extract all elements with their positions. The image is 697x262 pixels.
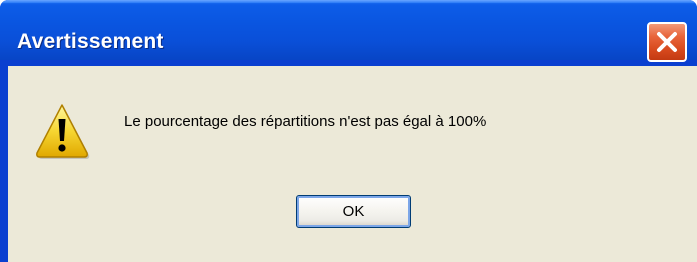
dialog-window: Avertissement Le pourcentage des réparti… (0, 0, 697, 262)
dialog-message: Le pourcentage des répartitions n'est pa… (124, 113, 487, 130)
ok-button[interactable]: OK (296, 195, 411, 228)
close-button[interactable] (647, 22, 687, 62)
window-title: Avertissement (17, 30, 164, 53)
dialog-body: Le pourcentage des répartitions n'est pa… (8, 66, 697, 262)
close-icon (657, 32, 677, 52)
title-bar[interactable]: Avertissement (0, 0, 697, 62)
warning-icon (36, 104, 90, 159)
